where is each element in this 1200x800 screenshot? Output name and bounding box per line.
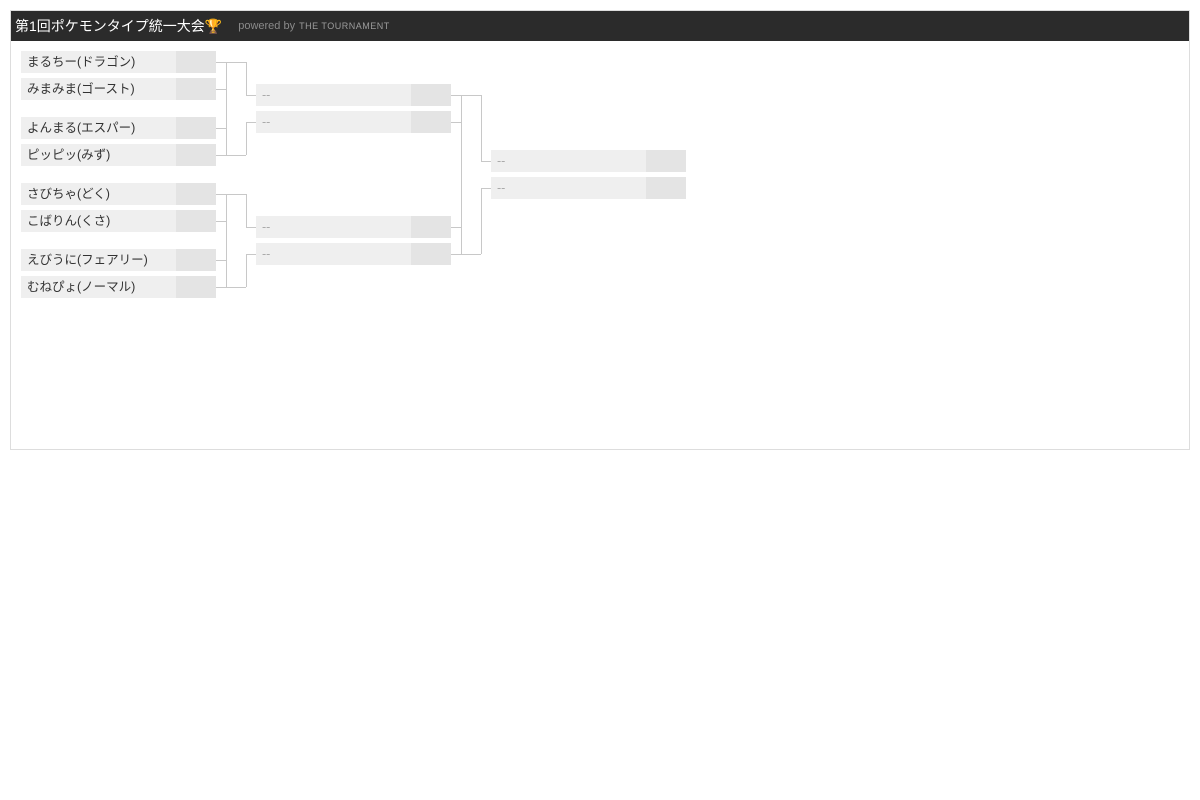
connector [246, 254, 247, 287]
player-score [176, 144, 216, 166]
powered-by[interactable]: powered by THE TOURNAMENT [238, 20, 390, 32]
connector [246, 62, 247, 95]
r2-slot-1[interactable]: -- [256, 84, 451, 106]
player-score [176, 183, 216, 205]
player-score [176, 249, 216, 271]
player-score [176, 51, 216, 73]
player-score [411, 84, 451, 106]
player-score [411, 243, 451, 265]
connector [451, 227, 461, 228]
connector [216, 287, 246, 288]
connector [216, 89, 226, 90]
player-name: さびちゃ(どく) [21, 183, 176, 205]
player-name: -- [256, 243, 411, 265]
connector [216, 221, 226, 222]
connector [226, 194, 227, 287]
r1-slot-7[interactable]: えびうに(フェアリー) [21, 249, 216, 271]
connector [451, 95, 481, 96]
r2-slot-2[interactable]: -- [256, 111, 451, 133]
player-name: まるちー(ドラゴン) [21, 51, 176, 73]
player-score [176, 276, 216, 298]
r1-slot-5[interactable]: さびちゃ(どく) [21, 183, 216, 205]
player-name: -- [491, 150, 646, 172]
player-score [411, 216, 451, 238]
connector [216, 62, 246, 63]
connector [246, 227, 256, 228]
r2-slot-3[interactable]: -- [256, 216, 451, 238]
r2-slot-4[interactable]: -- [256, 243, 451, 265]
connector [481, 188, 491, 189]
brand-name: THE TOURNAMENT [299, 21, 390, 31]
r1-slot-8[interactable]: むねぴょ(ノーマル) [21, 276, 216, 298]
player-name: むねぴょ(ノーマル) [21, 276, 176, 298]
connector [216, 194, 246, 195]
connector [246, 122, 256, 123]
connector [481, 161, 491, 162]
player-score [646, 177, 686, 199]
header-bar: 第1回ポケモンタイプ統一大会🏆 powered by THE TOURNAMEN… [11, 11, 1189, 41]
powered-by-text: powered by [238, 20, 295, 32]
player-name: ピッピッ(みず) [21, 144, 176, 166]
bracket: まるちー(ドラゴン) みまみま(ゴースト) よんまる(エスパー) ピッピッ(みず… [11, 41, 1189, 441]
player-score [176, 78, 216, 100]
connector [481, 95, 482, 161]
player-score [411, 111, 451, 133]
connector [246, 194, 247, 227]
r3-slot-2[interactable]: -- [491, 177, 686, 199]
r1-slot-4[interactable]: ピッピッ(みず) [21, 144, 216, 166]
app-frame: 第1回ポケモンタイプ統一大会🏆 powered by THE TOURNAMEN… [10, 10, 1190, 450]
player-name: -- [256, 84, 411, 106]
player-score [646, 150, 686, 172]
r1-slot-3[interactable]: よんまる(エスパー) [21, 117, 216, 139]
player-name: こばりん(くさ) [21, 210, 176, 232]
player-name: -- [256, 111, 411, 133]
r1-slot-6[interactable]: こばりん(くさ) [21, 210, 216, 232]
r3-slot-1[interactable]: -- [491, 150, 686, 172]
connector [216, 155, 246, 156]
connector [246, 95, 256, 96]
player-name: よんまる(エスパー) [21, 117, 176, 139]
connector [246, 254, 256, 255]
player-score [176, 210, 216, 232]
connector [216, 128, 226, 129]
player-name: みまみま(ゴースト) [21, 78, 176, 100]
tournament-title[interactable]: 第1回ポケモンタイプ統一大会🏆 [15, 16, 222, 36]
player-name: -- [256, 216, 411, 238]
player-name: -- [491, 177, 646, 199]
connector [481, 188, 482, 254]
connector [451, 122, 461, 123]
connector [226, 62, 227, 155]
player-name: えびうに(フェアリー) [21, 249, 176, 271]
connector [246, 122, 247, 155]
connector [451, 254, 481, 255]
r1-slot-1[interactable]: まるちー(ドラゴン) [21, 51, 216, 73]
connector [216, 260, 226, 261]
player-score [176, 117, 216, 139]
connector [461, 95, 462, 254]
r1-slot-2[interactable]: みまみま(ゴースト) [21, 78, 216, 100]
